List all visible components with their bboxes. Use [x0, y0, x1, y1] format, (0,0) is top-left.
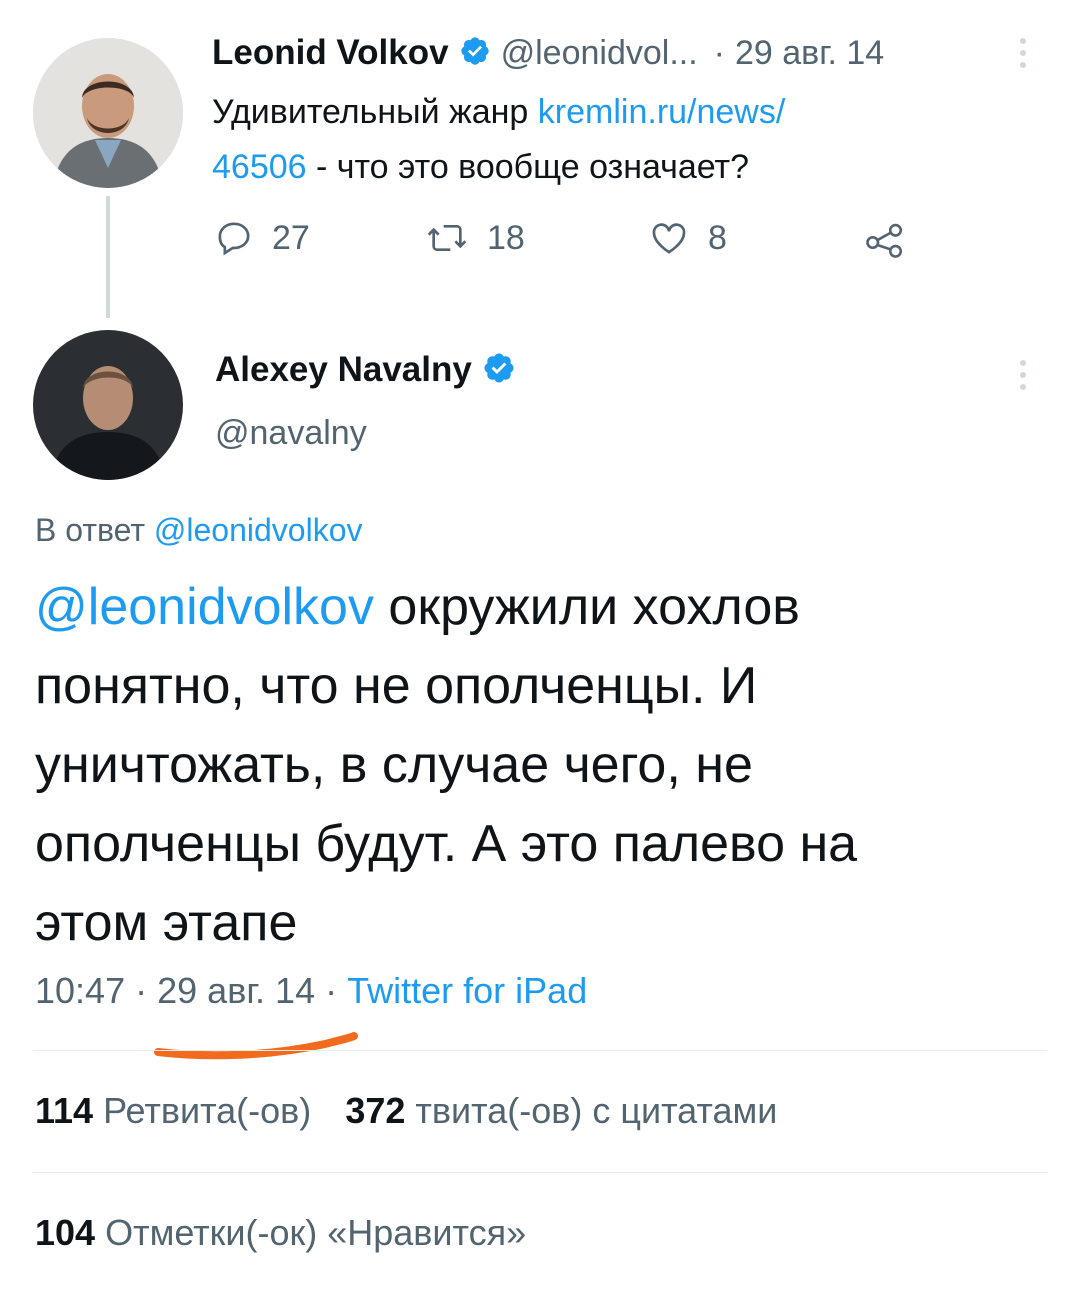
divider [33, 1050, 1047, 1051]
main-tweet-author: Alexey Navalny [215, 350, 516, 390]
tweet-source-link[interactable]: Twitter for iPad [347, 970, 587, 1011]
reply-icon [218, 222, 250, 256]
share-button[interactable] [862, 218, 908, 265]
heart-icon [652, 223, 686, 254]
author-name[interactable]: Alexey Navalny [215, 350, 472, 390]
retweet-button[interactable]: 18 [425, 218, 525, 258]
quotes-count: 372 [345, 1090, 406, 1131]
body-line: этом этапе [35, 894, 298, 952]
author-name[interactable]: Leonid Volkov [212, 33, 449, 73]
tweet-time[interactable]: 10:47 [35, 970, 125, 1011]
text-prefix: Удивительный жанр [212, 93, 538, 131]
avatar-alexey-navalny[interactable] [33, 330, 183, 480]
tweet-date[interactable]: 29 авг. 14 [157, 970, 315, 1011]
kremlin-link[interactable]: kremlin.ru/news/ [538, 93, 786, 131]
mention-link[interactable]: @leonidvolkov [35, 578, 374, 636]
retweets-stat[interactable]: 114 Ретвита(-ов) [35, 1090, 311, 1131]
parent-tweet-text: Удивительный жанр kremlin.ru/news/ 46506… [212, 85, 1012, 195]
meta-separator: · [135, 970, 148, 1011]
meta-separator: · [325, 970, 338, 1011]
more-options-icon[interactable] [1020, 360, 1026, 390]
reply-to-label: В ответ [35, 512, 154, 548]
tweet-meta: 10:47 · 29 авг. 14 · Twitter for iPad [35, 970, 587, 1012]
likes-stat[interactable]: 104 Отметки(-ок) «Нравится» [35, 1212, 526, 1254]
more-options-icon[interactable] [1020, 38, 1026, 68]
reply-to-line: В ответ @leonidvolkov [35, 512, 363, 549]
likes-label: Отметки(-ок) «Нравится» [105, 1212, 527, 1253]
body-line: понятно, что не ополченцы. И [35, 657, 758, 715]
reply-count: 27 [272, 218, 310, 257]
verified-badge-icon [482, 351, 516, 390]
author-handle[interactable]: @navalny [215, 414, 367, 453]
retweets-count: 114 [35, 1090, 94, 1131]
main-tweet-text: @leonidvolkov окружили хохлов понятно, ч… [35, 568, 1045, 963]
reply-to-handle[interactable]: @leonidvolkov [154, 512, 363, 548]
quotes-stat[interactable]: 372 твита(-ов) с цитатами [345, 1090, 777, 1131]
verified-badge-icon [459, 35, 491, 72]
tweet-date[interactable]: 29 авг. 14 [735, 34, 884, 73]
retweets-label: Ретвита(-ов) [103, 1090, 312, 1131]
kremlin-link-continued[interactable]: 46506 [212, 148, 307, 186]
thread-connector-line [106, 196, 110, 318]
like-count: 8 [708, 218, 727, 257]
avatar-leonid-volkov[interactable] [33, 38, 183, 188]
body-line: ополченцы будут. А это палево на [35, 815, 858, 873]
reply-button[interactable]: 27 [214, 218, 310, 258]
like-button[interactable]: 8 [648, 218, 727, 258]
likes-count: 104 [35, 1212, 96, 1253]
body-line: уничтожать, в случае чего, не [35, 736, 753, 794]
retweet-count: 18 [487, 218, 525, 257]
share-icon [866, 223, 903, 258]
author-handle[interactable]: @leonidvol... [501, 34, 698, 73]
retweet-icon [427, 225, 467, 251]
body-line: окружили хохлов [373, 578, 800, 636]
header-separator: · [713, 33, 725, 72]
divider [33, 1172, 1047, 1173]
quotes-label: твита(-ов) с цитатами [415, 1090, 778, 1131]
retweet-quote-stats: 114 Ретвита(-ов) 372 твита(-ов) с цитата… [35, 1090, 777, 1132]
text-suffix: - что это вообще означает? [306, 148, 750, 186]
parent-tweet-header: Leonid Volkov @leonidvol... · 29 авг. 14 [212, 28, 884, 78]
